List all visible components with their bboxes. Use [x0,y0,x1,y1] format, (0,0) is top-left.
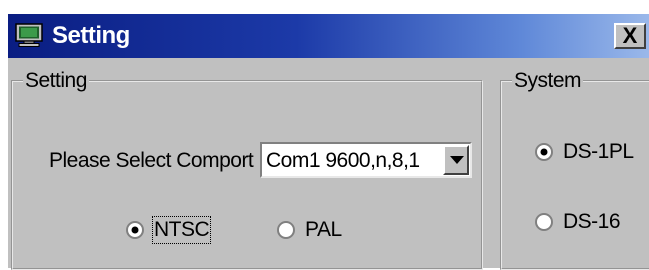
radio-ds-16[interactable]: DS-16 [535,210,621,234]
radio-ntsc-label: NTSC [151,216,212,244]
window-title: Setting [52,22,130,49]
radio-selected-icon [535,143,553,161]
computer-monitor-icon [15,23,43,47]
settings-window: Setting X Setting Please Select Comport … [8,14,649,270]
radio-ds-1pl[interactable]: DS-1PL [535,140,634,164]
comport-dropdown-button[interactable] [443,145,469,175]
title-bar[interactable]: Setting X [8,14,649,58]
radio-ds-16-label: DS-16 [563,210,621,233]
close-icon: X [622,23,638,48]
setting-group-legend: Setting [23,69,89,93]
radio-unselected-icon [277,221,295,239]
radio-unselected-icon [535,213,553,231]
close-button[interactable]: X [614,23,646,49]
radio-ds-1pl-label: DS-1PL [563,140,634,163]
radio-pal[interactable]: PAL [277,218,342,242]
radio-pal-label: PAL [305,218,342,241]
chevron-down-icon [450,156,464,164]
comport-select-value: Com1 9600,n,8,1 [266,149,420,172]
system-groupbox: System [500,69,649,270]
system-group-legend: System [512,69,584,93]
radio-ntsc[interactable]: NTSC [126,216,212,244]
comport-label: Please Select Comport [49,149,254,172]
comport-select[interactable]: Com1 9600,n,8,1 [260,142,472,178]
radio-selected-icon [126,221,144,239]
